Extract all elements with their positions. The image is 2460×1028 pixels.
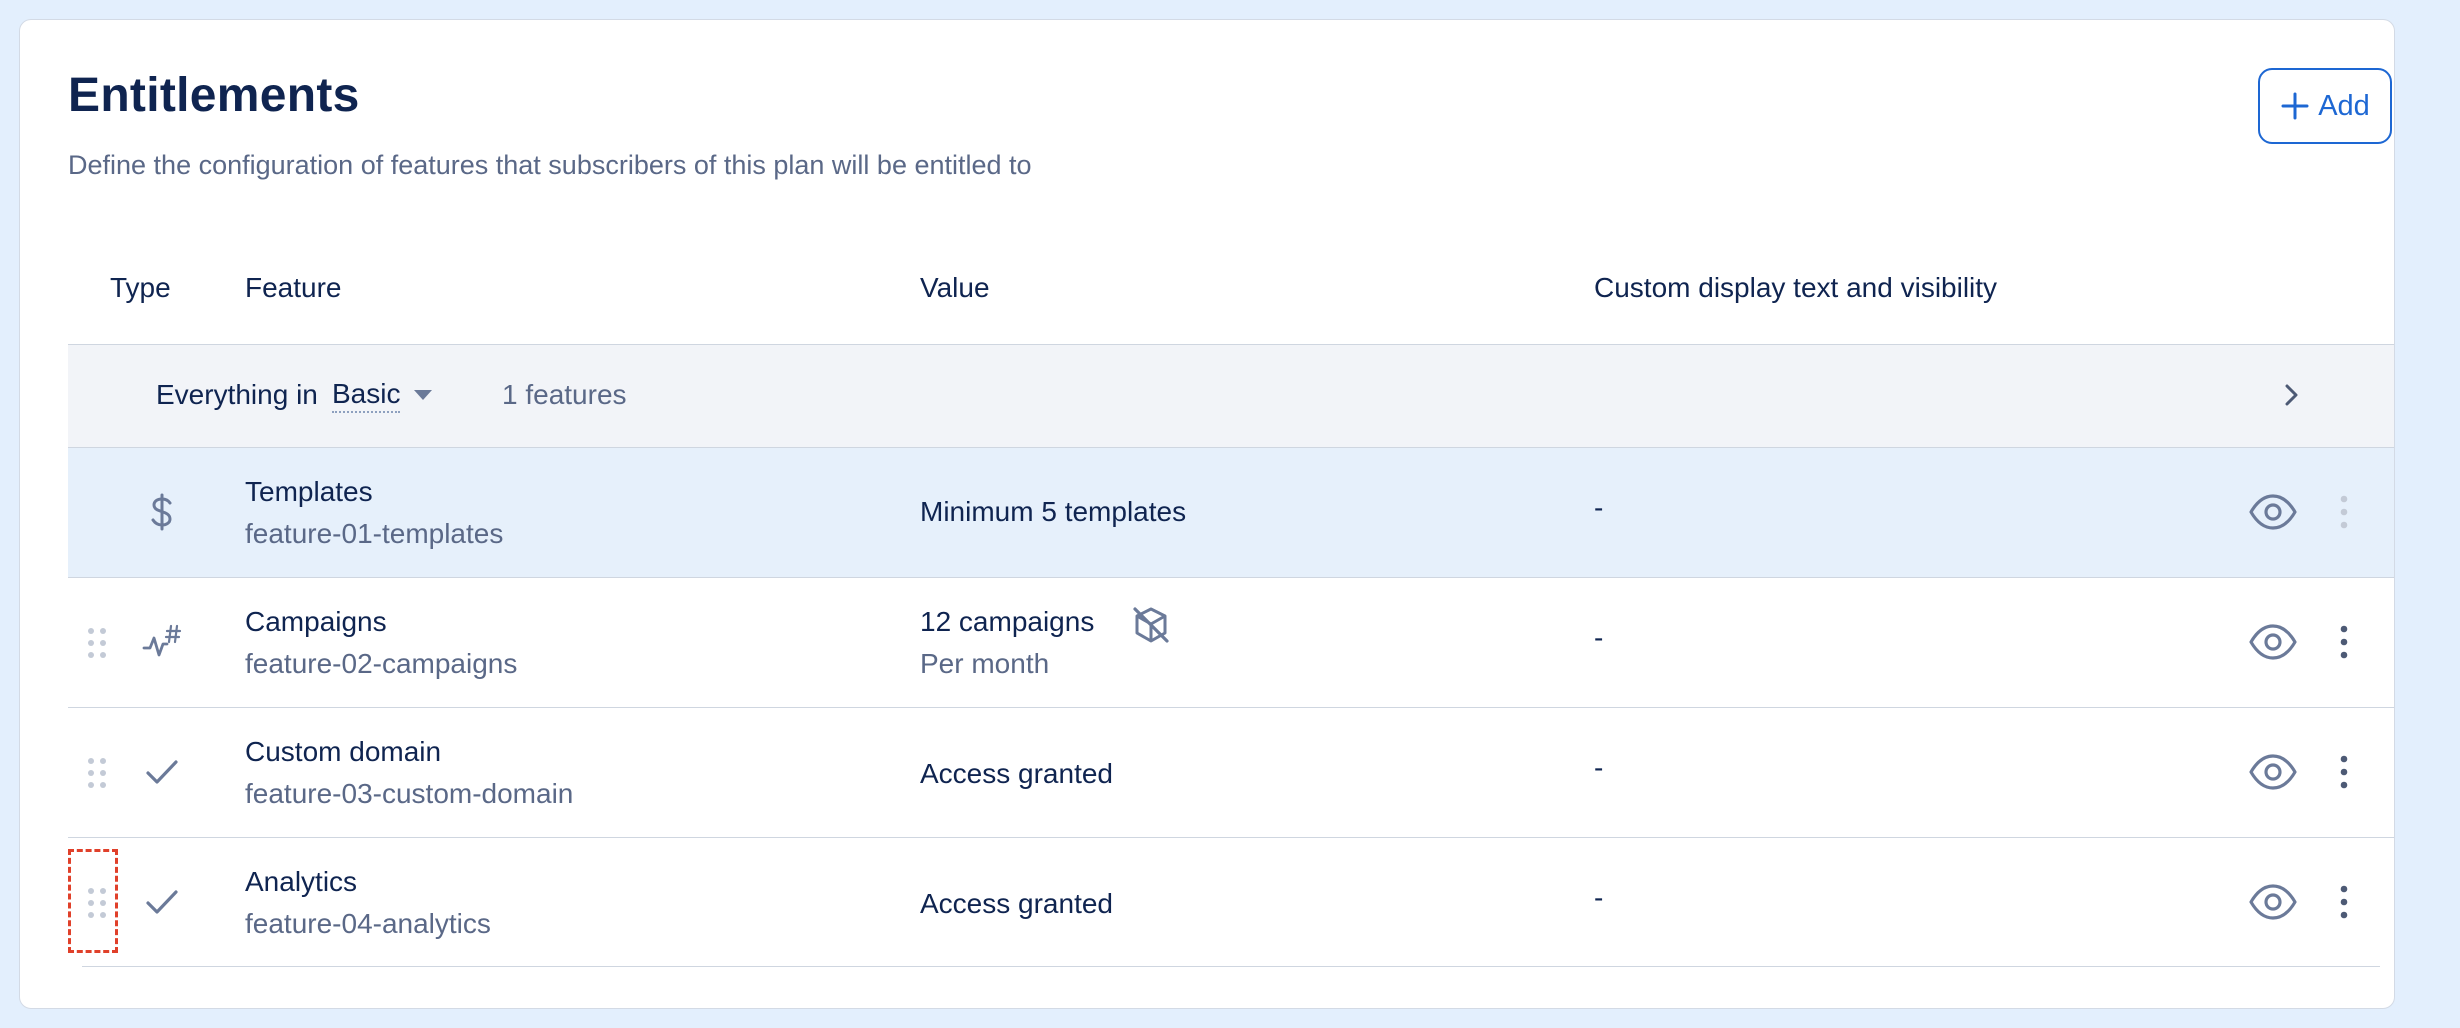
more-vertical-icon[interactable]	[2334, 752, 2354, 792]
no-overage-box-icon	[1133, 607, 1169, 643]
inherited-prefix: Everything in	[156, 379, 318, 410]
more-vertical-icon[interactable]	[2334, 622, 2354, 662]
check-icon	[146, 760, 178, 784]
feature-value: 12 campaigns	[920, 606, 1095, 637]
entitlements-table: Type Feature Value Custom display text a…	[68, 250, 2394, 967]
feature-id: feature-01-templates	[245, 518, 504, 549]
drag-handle-icon[interactable]	[86, 756, 108, 790]
column-header-custom-display: Custom display text and visibility	[1594, 272, 1998, 303]
eye-icon[interactable]	[2248, 492, 2298, 532]
entitlements-card: Entitlements Define the configuration of…	[19, 19, 2395, 1009]
drag-handle-icon[interactable]	[86, 886, 108, 920]
caret-down-icon	[414, 390, 433, 400]
feature-id: feature-03-custom-domain	[245, 778, 574, 809]
column-header-feature: Feature	[245, 272, 342, 303]
table-row[interactable]: Templates feature-01-templates Minimum 5…	[68, 448, 2394, 578]
plus-icon	[2281, 92, 2309, 120]
feature-id: feature-02-campaigns	[245, 648, 518, 679]
custom-display-text: -	[1594, 752, 1604, 783]
plan-select[interactable]: Basic	[332, 375, 433, 415]
eye-icon[interactable]	[2248, 752, 2298, 792]
custom-display-text: -	[1594, 492, 1604, 523]
column-header-type: Type	[110, 272, 171, 303]
feature-value-period: Per month	[920, 648, 1050, 679]
page-subtitle: Define the configuration of features tha…	[68, 150, 1032, 180]
inherited-plan-row[interactable]: Everything in Basic 1 features	[68, 345, 2394, 448]
table-row[interactable]: Campaigns feature-02-campaigns 12 campai…	[68, 578, 2394, 708]
drag-handle-icon[interactable]	[86, 626, 108, 660]
feature-name: Analytics	[245, 866, 358, 897]
page-title: Entitlements	[68, 69, 360, 122]
more-vertical-icon[interactable]	[2334, 882, 2354, 922]
table-row[interactable]: Analytics feature-04-analytics Access gr…	[68, 838, 2394, 967]
inherited-feature-count: 1 features	[502, 379, 627, 410]
feature-name: Custom domain	[245, 736, 442, 767]
add-button[interactable]: Add	[2258, 68, 2392, 144]
metered-icon	[142, 624, 182, 657]
custom-display-text: -	[1594, 882, 1604, 913]
plan-select-value: Basic	[332, 377, 401, 413]
dollar-icon	[151, 493, 172, 531]
more-vertical-icon[interactable]	[2334, 492, 2354, 532]
feature-value: Access granted	[920, 758, 1113, 789]
check-icon	[146, 890, 178, 914]
feature-value: Minimum 5 templates	[920, 496, 1187, 527]
eye-icon[interactable]	[2248, 622, 2298, 662]
table-header: Type Feature Value Custom display text a…	[68, 250, 2394, 345]
eye-icon[interactable]	[2248, 882, 2298, 922]
table-row[interactable]: Custom domain feature-03-custom-domain A…	[68, 708, 2394, 838]
add-button-label: Add	[2318, 89, 2370, 122]
custom-display-text: -	[1594, 622, 1604, 653]
feature-name: Templates	[245, 476, 373, 507]
feature-name: Campaigns	[245, 606, 387, 637]
feature-value: Access granted	[920, 888, 1113, 919]
feature-id: feature-04-analytics	[245, 908, 491, 939]
column-header-value: Value	[920, 272, 990, 303]
chevron-right-icon[interactable]	[2274, 377, 2310, 413]
